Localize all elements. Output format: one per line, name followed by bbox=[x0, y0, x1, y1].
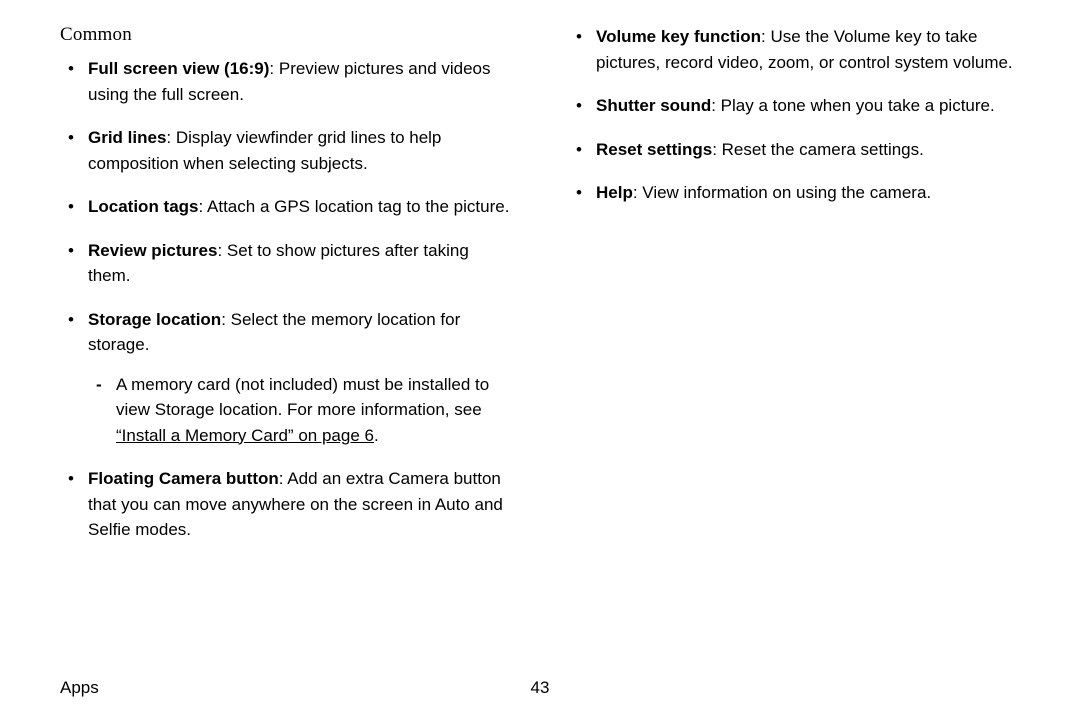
setting-reset-settings: Reset settings: Reset the camera setting… bbox=[568, 137, 1020, 163]
setting-term: Floating Camera button bbox=[88, 469, 279, 488]
install-memory-card-link[interactable]: “Install a Memory Card” on page 6 bbox=[116, 426, 374, 445]
settings-list-right: Volume key function: Use the Volume key … bbox=[568, 24, 1020, 206]
setting-term: Storage location bbox=[88, 310, 221, 329]
setting-grid-lines: Grid lines: Display viewfinder grid line… bbox=[60, 125, 512, 176]
setting-location-tags: Location tags: Attach a GPS location tag… bbox=[60, 194, 512, 220]
footer-section-label: Apps bbox=[60, 678, 99, 698]
setting-term: Help bbox=[596, 183, 633, 202]
setting-term: Shutter sound bbox=[596, 96, 711, 115]
setting-floating-camera-button: Floating Camera button: Add an extra Cam… bbox=[60, 466, 512, 543]
settings-list-left: Full screen view (16:9): Preview picture… bbox=[60, 56, 512, 543]
note-pre: A memory card (not included) must be ins… bbox=[116, 375, 489, 420]
page-footer: Apps 43 bbox=[60, 678, 1020, 698]
setting-term: Grid lines bbox=[88, 128, 166, 147]
setting-review-pictures: Review pictures: Set to show pictures af… bbox=[60, 238, 512, 289]
two-column-layout: Common Full screen view (16:9): Preview … bbox=[60, 24, 1020, 561]
right-column: Volume key function: Use the Volume key … bbox=[568, 24, 1020, 561]
setting-term: Volume key function bbox=[596, 27, 761, 46]
page-number: 43 bbox=[531, 678, 550, 698]
setting-storage-location: Storage location: Select the memory loca… bbox=[60, 307, 512, 449]
setting-term: Full screen view (16:9) bbox=[88, 59, 269, 78]
setting-full-screen-view: Full screen view (16:9): Preview picture… bbox=[60, 56, 512, 107]
setting-help: Help: View information on using the came… bbox=[568, 180, 1020, 206]
setting-desc: : View information on using the camera. bbox=[633, 183, 931, 202]
left-column: Common Full screen view (16:9): Preview … bbox=[60, 24, 512, 561]
setting-desc: : Reset the camera settings. bbox=[712, 140, 924, 159]
setting-desc: : Attach a GPS location tag to the pictu… bbox=[199, 197, 510, 216]
note-post: . bbox=[374, 426, 379, 445]
setting-term: Review pictures bbox=[88, 241, 217, 260]
setting-term: Location tags bbox=[88, 197, 199, 216]
setting-desc: : Play a tone when you take a picture. bbox=[711, 96, 995, 115]
setting-term: Reset settings bbox=[596, 140, 712, 159]
storage-note: A memory card (not included) must be ins… bbox=[88, 372, 512, 449]
storage-sublist: A memory card (not included) must be ins… bbox=[88, 372, 512, 449]
setting-shutter-sound: Shutter sound: Play a tone when you take… bbox=[568, 93, 1020, 119]
section-heading: Common bbox=[60, 24, 512, 46]
setting-volume-key-function: Volume key function: Use the Volume key … bbox=[568, 24, 1020, 75]
manual-page: Common Full screen view (16:9): Preview … bbox=[0, 0, 1080, 720]
